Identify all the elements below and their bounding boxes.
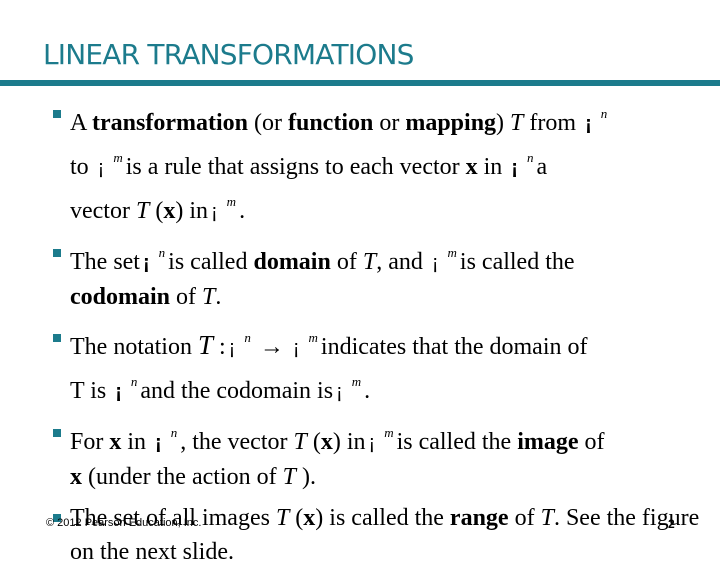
real-space-symbol: ¡ (228, 337, 236, 359)
bullet-square-icon (53, 110, 61, 118)
title-divider (0, 80, 720, 86)
real-space-symbol: ¡ (368, 432, 376, 454)
bullet-square-icon (53, 334, 61, 342)
bullet-item-domain: The set ¡ n is called domain of T, and ¡ m is… (53, 236, 713, 314)
real-space-symbol: ¡ (97, 157, 105, 179)
page-number: 2 (668, 517, 675, 531)
term-transformation: transformation (92, 110, 248, 136)
real-space-symbol: ¡ (115, 381, 122, 403)
real-space-symbol: ¡ (336, 381, 343, 403)
real-space-symbol: ¡ (585, 113, 592, 135)
copyright-footer: © 2012 Pearson Education, Inc. (46, 517, 202, 529)
real-space-symbol: ¡ (511, 157, 518, 179)
term-domain: domain (253, 249, 331, 275)
term-function: function (287, 110, 374, 136)
real-space-symbol: ¡ (211, 201, 218, 223)
bullet-list: A transformation (or function or mapping… (53, 97, 713, 576)
bullet-item-notation: The notation T : ¡ n → ¡ m indicates that the … (53, 321, 713, 409)
real-space-symbol: ¡ (292, 337, 300, 359)
bullet-square-icon (53, 429, 61, 437)
real-space-symbol: ¡ (142, 252, 150, 274)
slide-title: LINEAR TRANSFORMATIONS (43, 38, 414, 71)
term-image: image (517, 429, 579, 455)
term-mapping: mapping (405, 110, 497, 136)
term-range: range (449, 505, 509, 531)
bullet-item-transformation: A transformation (or function or mapping… (53, 97, 713, 229)
bullet-item-range: The set of all images T (x) is called th… (53, 501, 713, 569)
real-space-symbol: ¡ (431, 252, 439, 274)
bullet-square-icon (53, 249, 61, 257)
arrow-right-icon: → (259, 334, 284, 360)
real-space-symbol: ¡ (155, 432, 162, 454)
bullet-item-image: For x in ¡ n, the vector T (x) in ¡ m is cal… (53, 416, 713, 494)
term-codomain: codomain (70, 284, 171, 310)
